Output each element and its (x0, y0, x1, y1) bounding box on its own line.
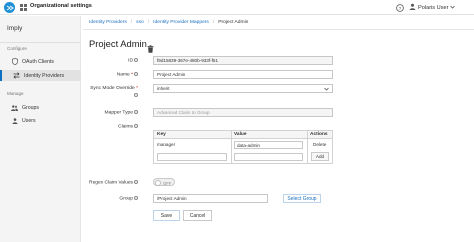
svg-text:?: ? (398, 5, 401, 11)
column-divider (231, 131, 232, 164)
help-icon (134, 58, 138, 62)
breadcrumb-mappers[interactable]: Identity Provider Mappers (153, 20, 209, 25)
help-icon (134, 110, 138, 114)
help-icon (134, 180, 138, 184)
user-icon (11, 117, 18, 124)
group-field[interactable]: /Project Admin (153, 194, 268, 203)
help-icon (133, 93, 138, 98)
app-title: Organizational settings (30, 3, 92, 9)
claim-value-input[interactable]: data-admin (234, 141, 303, 149)
breadcrumb-current: Project Admin (218, 20, 249, 25)
name-label: Name * (117, 72, 138, 77)
sidebar-item-label: Groups (22, 105, 40, 111)
help-icon (134, 196, 138, 200)
new-claim-key-input[interactable] (157, 153, 227, 161)
chevron-down-icon (324, 87, 329, 92)
section-manage: Manage (7, 91, 24, 96)
column-header-actions: Actions (307, 131, 332, 139)
breadcrumb-separator: / (147, 20, 150, 25)
claims-label: Claims (118, 124, 138, 129)
help-icon[interactable]: ? (395, 3, 404, 12)
trash-icon[interactable] (147, 40, 154, 53)
help-icon (134, 72, 138, 76)
breadcrumb-separator: / (130, 20, 133, 25)
column-header-value: Value (231, 131, 307, 139)
cancel-button[interactable]: Cancel (183, 210, 212, 221)
breadcrumb-separator: / (212, 20, 215, 25)
sidebar: Imply Configure OAuth Clients Identity P… (0, 16, 81, 242)
mapper-type-label: Mapper Type (105, 110, 138, 115)
name-field[interactable]: Project Admin (153, 70, 333, 79)
section-configure: Configure (7, 46, 27, 51)
id-label: ID (128, 58, 138, 63)
regex-label: Regex Claim Values (89, 180, 138, 185)
chevron-down-icon (450, 5, 456, 11)
sidebar-item-oauth-clients[interactable]: OAuth Clients (0, 56, 81, 67)
page-title: Project Admin (89, 38, 147, 49)
new-claim-value-input[interactable] (234, 153, 303, 161)
toggle-knob (155, 179, 161, 186)
group-label: Group (119, 196, 138, 201)
sidebar-item-label: Users (22, 118, 36, 124)
breadcrumb: Identity Providers / sso / Identity Prov… (89, 20, 248, 25)
top-bar: Organizational settings ? Polaris User (0, 0, 474, 15)
sync-mode-label: Sync Mode Override * (90, 86, 138, 91)
select-group-button[interactable]: Select Group (283, 194, 321, 203)
breadcrumb-divider (83, 29, 474, 30)
shield-icon (11, 58, 18, 65)
mapper-type-field: Advanced Claim to Group (153, 108, 333, 117)
exchange-icon (13, 72, 20, 79)
sidebar-item-label: OAuth Clients (22, 59, 55, 65)
breadcrumb-sso[interactable]: sso (136, 20, 144, 25)
breadcrumb-identity-providers[interactable]: Identity Providers (89, 20, 127, 25)
app-root: Organizational settings ? Polaris User I… (0, 0, 474, 242)
toggle-state: OFF (163, 180, 172, 186)
avatar-icon (409, 3, 416, 12)
sync-mode-select[interactable]: inherit (153, 84, 333, 93)
grid-menu-icon[interactable] (19, 3, 28, 12)
sidebar-item-identity-providers[interactable]: Identity Providers (0, 70, 81, 81)
delete-claim-button[interactable]: Delete (313, 142, 326, 147)
app-logo-icon[interactable] (4, 2, 15, 13)
claim-key-cell: manager (157, 142, 176, 147)
realm-name[interactable]: Imply (7, 25, 22, 32)
id-field[interactable]: f9d15839-367e-480b-933f-f51 (153, 56, 333, 65)
column-header-key: Key (154, 131, 231, 139)
users-icon (11, 104, 18, 111)
sidebar-item-users[interactable]: Users (0, 115, 81, 126)
save-button[interactable]: Save (153, 210, 180, 221)
column-divider (307, 131, 308, 164)
sync-mode-value: inherit (157, 86, 170, 91)
sidebar-divider (0, 42, 81, 43)
user-name: Polaris User (418, 4, 449, 11)
add-claim-button[interactable]: Add (311, 152, 329, 161)
user-menu[interactable]: Polaris User (409, 3, 456, 12)
sidebar-item-label: Identity Providers (24, 73, 65, 79)
claims-table: Key Value Actions manager data-admin Del… (153, 130, 333, 164)
sidebar-item-groups[interactable]: Groups (0, 102, 81, 113)
help-icon (134, 124, 138, 128)
regex-toggle[interactable]: OFF (153, 178, 175, 186)
